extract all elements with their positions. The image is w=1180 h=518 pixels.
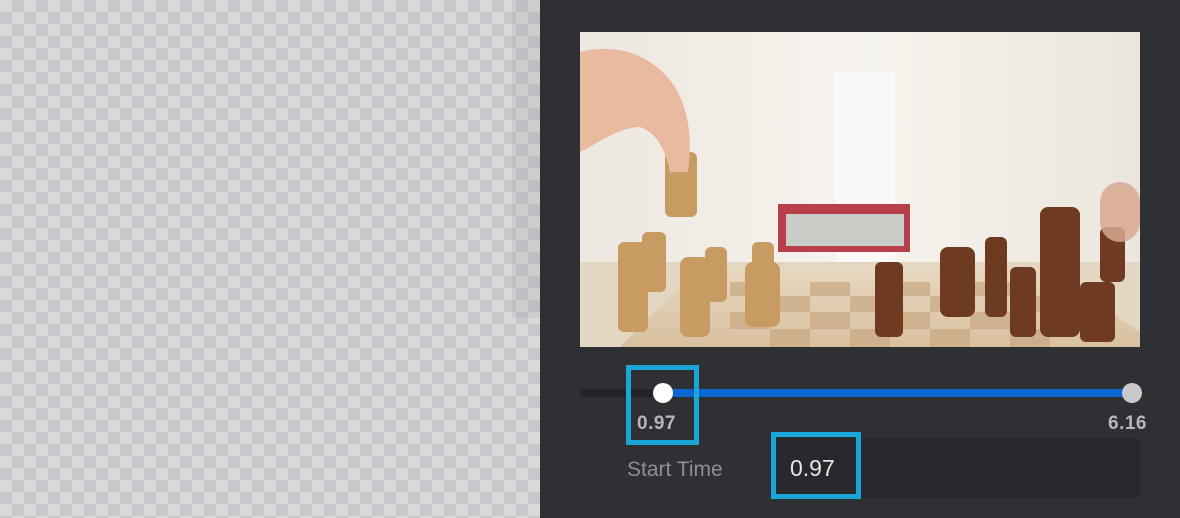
slider-range-fill: [663, 389, 1132, 397]
hand-right: [1100, 182, 1140, 242]
start-handle-highlight: [626, 365, 699, 445]
start-time-label: Start Time: [627, 458, 723, 481]
canvas-edge: [512, 0, 540, 318]
transparent-canvas: [0, 0, 540, 518]
start-time-highlight: [771, 432, 861, 499]
trim-panel: 0.97 6.16 Start Time: [540, 0, 1180, 518]
end-handle[interactable]: [1122, 383, 1142, 403]
end-value-label: 6.16: [1108, 413, 1147, 434]
video-preview: [580, 32, 1140, 347]
chess-game-video-frame: [580, 32, 1140, 347]
